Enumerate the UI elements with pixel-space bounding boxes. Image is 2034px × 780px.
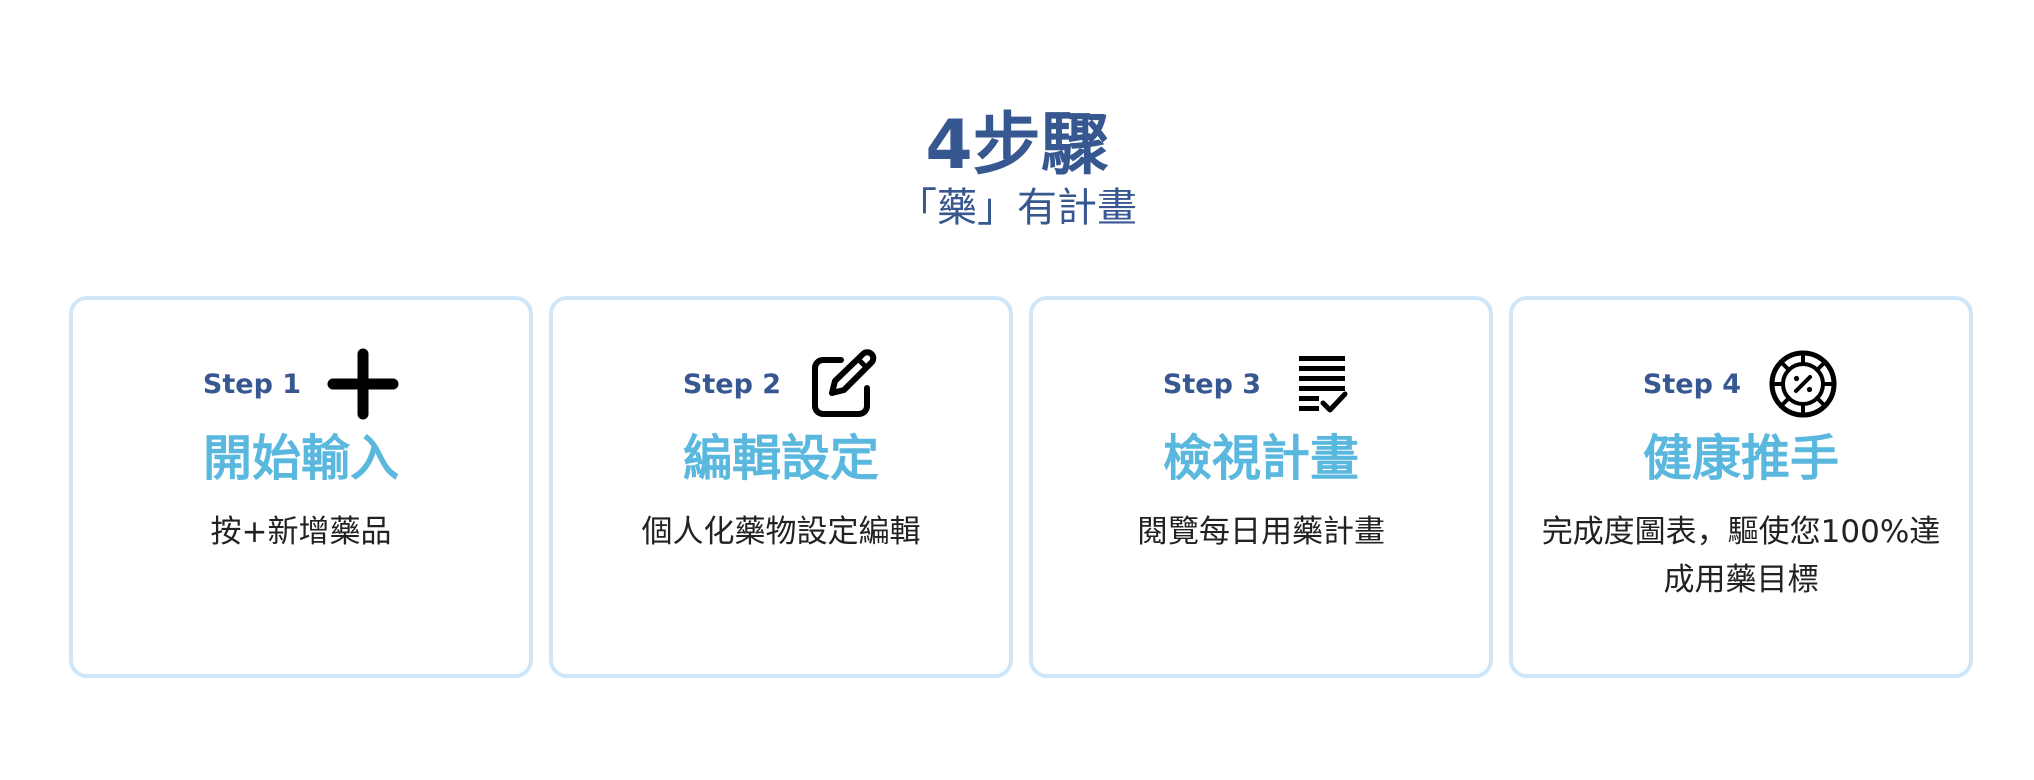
- step-header: Step 2: [553, 348, 1009, 420]
- step-description: 按+新增藥品: [210, 514, 392, 550]
- step-title: 健康推手: [1642, 430, 1839, 487]
- step-label: Step 1: [202, 368, 302, 400]
- step-card-3: Step 3 檢視計畫 閱覽每日用藥計畫: [1029, 296, 1493, 678]
- step-title: 開始輸入: [202, 430, 399, 487]
- step-label: Step 2: [682, 368, 782, 400]
- step-description: 閱覽每日用藥計畫: [1137, 514, 1385, 550]
- step-label: Step 4: [1642, 368, 1742, 400]
- step-header: Step 1: [73, 348, 529, 420]
- plus-icon: [327, 348, 399, 420]
- step-description: 個人化藥物設定編輯: [641, 514, 921, 550]
- step-header: Step 3: [1033, 348, 1489, 420]
- step-title: 編輯設定: [682, 430, 879, 487]
- step-card-1: Step 1 開始輸入 按+新增藥品: [69, 296, 533, 678]
- step-label: Step 3: [1162, 368, 1262, 400]
- step-card-4: Step 4 健康推手 完成度圖表，驅使您100%達成用藥目標: [1509, 296, 1973, 678]
- step-card-2: Step 2 編輯設定 個人化藥物設定編輯: [549, 296, 1013, 678]
- step-header: Step 4: [1513, 348, 1969, 420]
- steps-container: Step 1 開始輸入 按+新增藥品 Step 2 編輯設定 個人化藥物設定編輯…: [69, 296, 1973, 678]
- step-description: 完成度圖表，驅使您100%達成用藥目標: [1541, 514, 1941, 598]
- step-title: 檢視計畫: [1162, 430, 1359, 487]
- page-subtitle: 「藥」有計畫: [897, 185, 1137, 231]
- percent-badge-icon: [1769, 350, 1837, 418]
- checklist-icon: [1299, 356, 1348, 413]
- edit-icon: [812, 349, 877, 417]
